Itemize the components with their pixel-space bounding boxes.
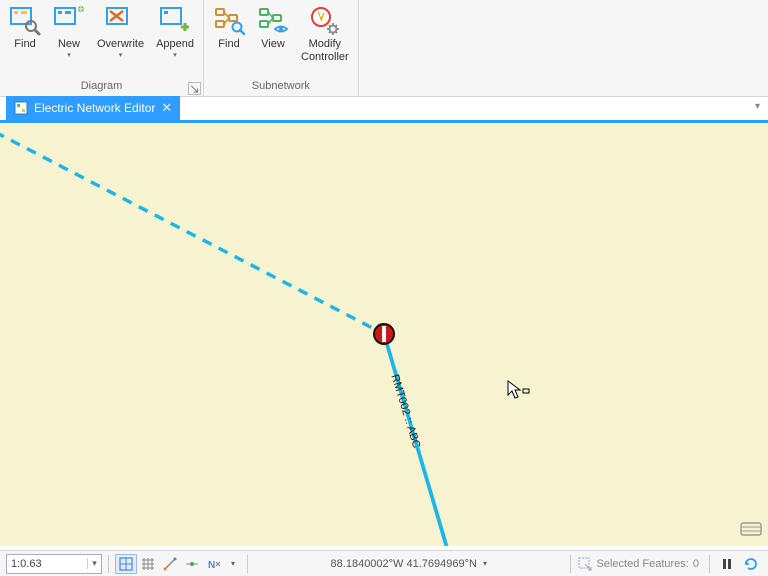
view-subnetwork-label: View [261,38,285,51]
constraints-toggle-button[interactable] [159,554,181,574]
map-view-icon [14,101,28,115]
modify-controller-label: Modify Controller [301,38,349,64]
tab-close-button[interactable]: ✕ [161,100,172,116]
modify-controller-icon [309,5,341,37]
divider [247,555,248,573]
correction-toggle-button[interactable]: N [203,554,225,574]
selected-features-count: 0 [693,558,699,570]
chevron-down-icon: ▾ [67,51,71,59]
refresh-button[interactable] [740,554,762,574]
append-diagram-button[interactable]: Append ▾ [153,2,197,62]
append-diagram-label: Append [156,38,194,51]
status-bar: ▾ N ▾ 88.1840002°W 41.7694969°N ▾ Select… [0,550,768,576]
divider [108,555,109,573]
coordinate-readout[interactable]: 88.1840002°W 41.7694969°N ▾ [331,558,487,570]
ribbon-group-diagram: Find New ▾ [0,0,204,96]
modify-controller-button[interactable]: Modify Controller [298,2,352,67]
find-subnetwork-button[interactable]: Find [210,2,248,54]
ribbon-group-diagram-label: Diagram [6,78,197,96]
overwrite-diagram-button[interactable]: Overwrite ▾ [94,2,147,62]
new-diagram-button[interactable]: New ▾ [50,2,88,62]
selection-icon [577,556,593,572]
selected-features-status: Selected Features: 0 [577,556,699,572]
view-subnetwork-button[interactable]: View [254,2,292,54]
chevron-down-icon[interactable]: ▾ [483,559,487,568]
chevron-down-icon: ▾ [119,51,123,59]
ribbon-toolbar: Find New ▾ [0,0,768,97]
map-features-layer [0,123,768,546]
find-diagram-icon [9,5,41,37]
divider [709,555,710,573]
ribbon-group-subnetwork-label: Subnetwork [210,78,352,96]
selected-features-label: Selected Features: [597,558,689,570]
map-canvas[interactable]: RMT002 :: ABC [0,123,768,546]
new-diagram-icon [53,5,85,37]
tab-title: Electric Network Editor [34,101,155,115]
tab-electric-network-editor[interactable]: Electric Network Editor ✕ [6,96,180,120]
find-subnetwork-label: Find [218,38,239,51]
diagram-group-launcher[interactable] [188,82,201,95]
map-scale-selector[interactable]: ▾ [6,554,102,574]
append-diagram-icon [159,5,191,37]
chevron-down-icon: ▾ [173,51,177,59]
grid-toggle-button[interactable] [137,554,159,574]
coords-text: 88.1840002°W 41.7694969°N [331,558,477,570]
inference-toggle-button[interactable] [181,554,203,574]
divider [570,555,571,573]
new-diagram-label: New [58,38,80,51]
find-diagram-label: Find [14,38,35,51]
overwrite-diagram-label: Overwrite [97,38,144,51]
find-diagram-button[interactable]: Find [6,2,44,54]
basemap-toggle-button[interactable] [740,518,762,538]
pause-drawing-button[interactable] [716,554,738,574]
overwrite-diagram-icon [105,5,137,37]
find-subnetwork-icon [213,5,245,37]
tabstrip-options-button[interactable]: ▾ [755,101,760,112]
snapping-toggle-button[interactable] [115,554,137,574]
view-subnetwork-icon [257,5,289,37]
map-scale-input[interactable] [7,555,87,573]
ribbon-group-subnetwork: Find View [204,0,359,96]
status-dropdown-button[interactable]: ▾ [225,554,241,574]
chevron-down-icon[interactable]: ▾ [87,558,101,569]
view-tabstrip: Electric Network Editor ✕ ▾ [0,97,768,123]
svg-text:N: N [208,560,215,571]
